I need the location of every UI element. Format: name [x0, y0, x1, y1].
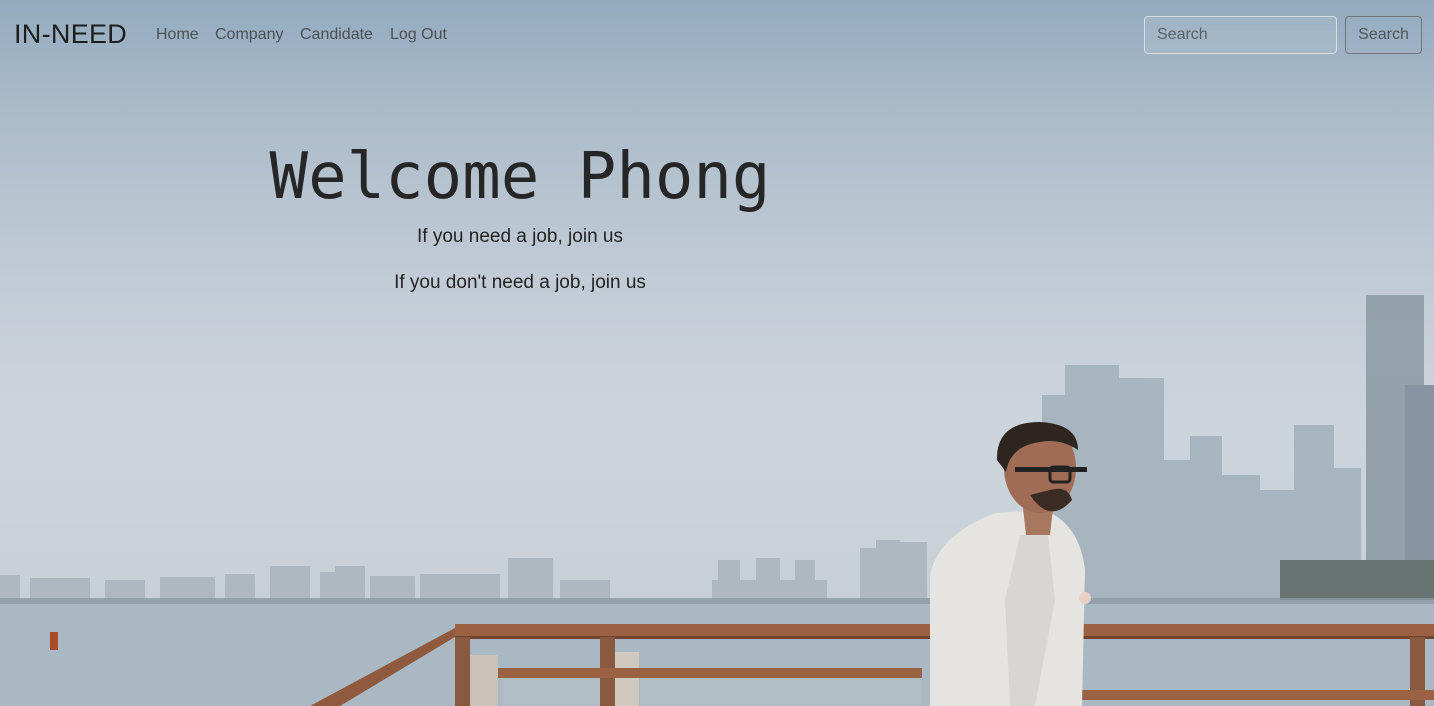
navbar: IN-NEED Home Company Candidate Log Out S… — [0, 0, 1434, 70]
page: IN-NEED Home Company Candidate Log Out S… — [0, 0, 1434, 706]
nav-link-home[interactable]: Home — [156, 26, 199, 44]
search-button[interactable]: Search — [1345, 16, 1422, 54]
brand-logo[interactable]: IN-NEED — [14, 19, 127, 50]
buoy — [50, 632, 58, 650]
nav-link-company[interactable]: Company — [215, 26, 283, 44]
hero-tagline-1: If you need a job, join us — [417, 226, 623, 247]
tower-skyline — [1042, 295, 1434, 605]
man-figure — [930, 422, 1091, 706]
nav-link-candidate[interactable]: Candidate — [300, 26, 373, 44]
hero-tagline-2: If you don't need a job, join us — [394, 272, 646, 293]
background-photo — [0, 295, 1434, 706]
search-input[interactable] — [1144, 16, 1337, 54]
distant-skyline — [0, 540, 927, 600]
welcome-heading: Welcome Phong — [269, 140, 771, 214]
nav-link-logout[interactable]: Log Out — [390, 26, 447, 44]
